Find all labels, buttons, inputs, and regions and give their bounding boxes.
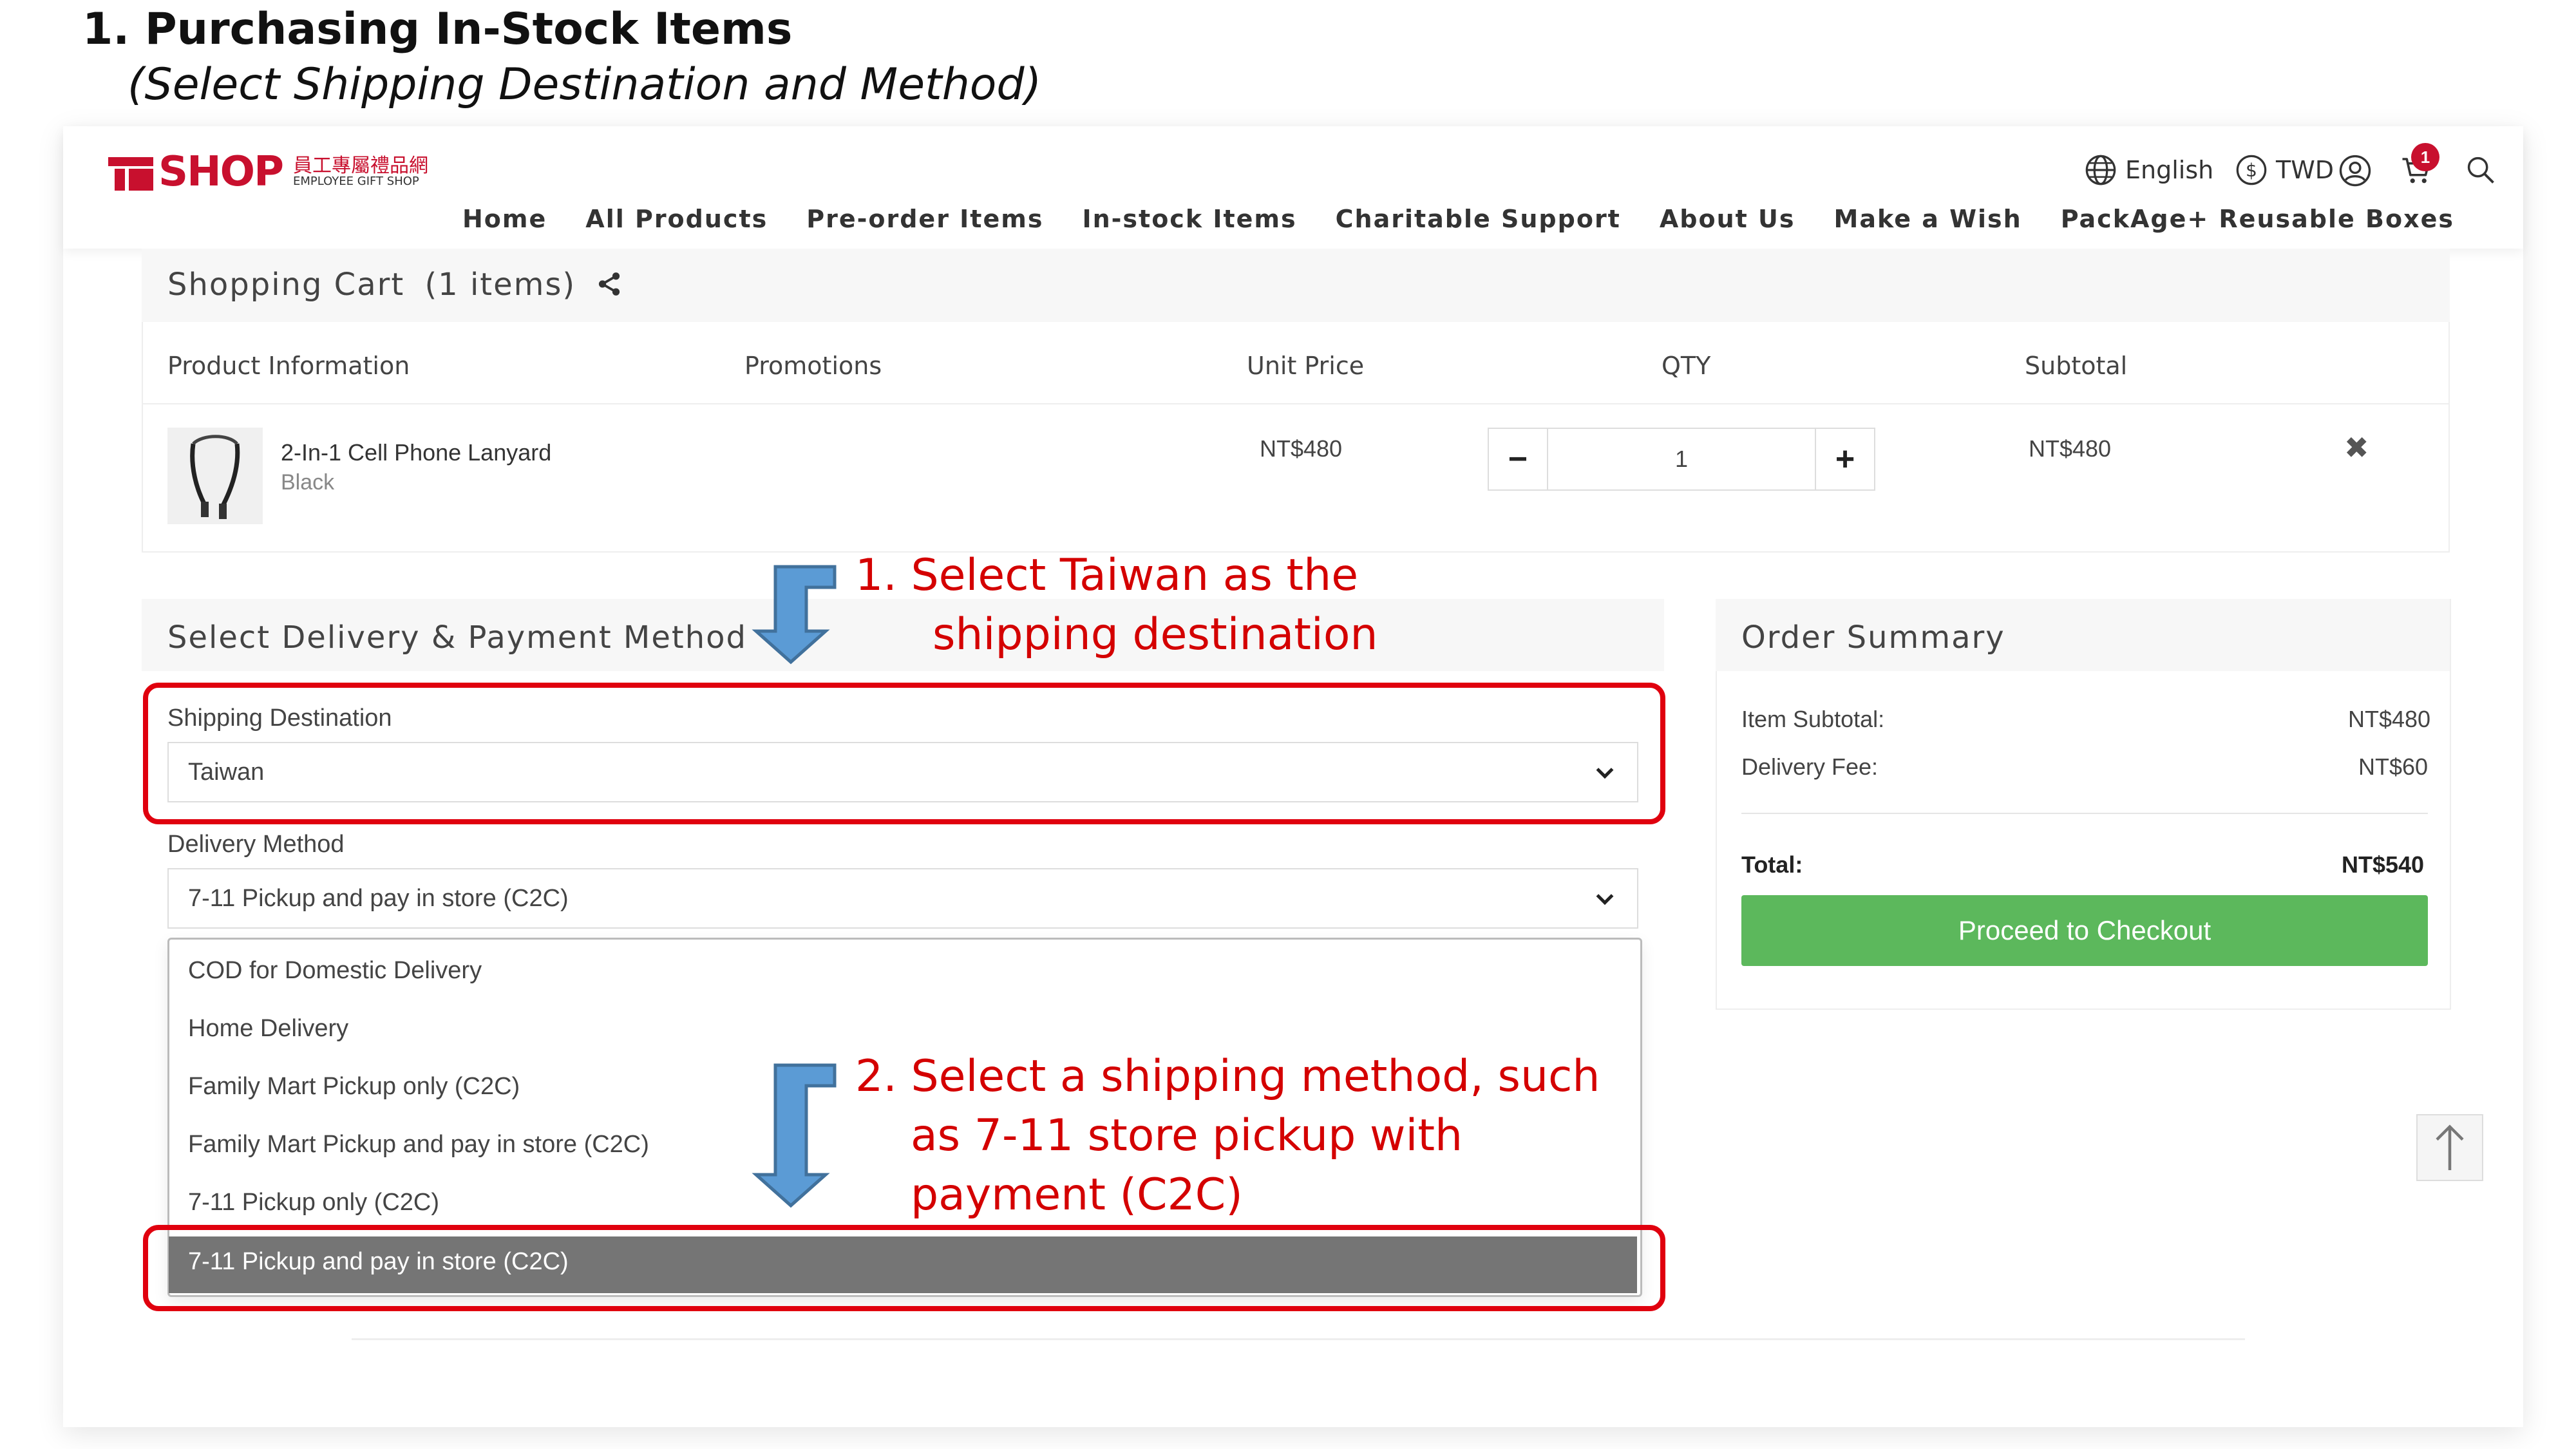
lanyard-image (190, 435, 240, 519)
nav-package-boxes[interactable]: PackAge+ Reusable Boxes (2061, 205, 2454, 233)
arrow-up-icon (2436, 1124, 2464, 1170)
delivery-method-value: 7-11 Pickup and pay in store (C2C) (188, 884, 569, 912)
nav-pre-order[interactable]: Pre-order Items (806, 205, 1043, 233)
svg-text:$: $ (2246, 160, 2257, 181)
highlight-shipping-destination (143, 683, 1665, 824)
nav-charitable[interactable]: Charitable Support (1336, 205, 1621, 233)
annotation-step1-line2: shipping destination (933, 609, 1378, 660)
quantity-stepper: − 1 + (1488, 428, 1875, 491)
footer-divider (352, 1338, 2245, 1340)
order-summary-title: Order Summary (1741, 620, 2005, 656)
col-subtotal: Subtotal (2025, 352, 2128, 380)
line-subtotal: NT$480 (2029, 435, 2112, 462)
unit-price: NT$480 (1260, 435, 1343, 462)
currency-label: TWD (2276, 156, 2334, 184)
cart-item-count: (1 items) (424, 267, 576, 303)
search-icon (2467, 156, 2494, 184)
site-logo[interactable]: SHOP 員工專屬禮品網 EMPLOYEE GIFT SHOP (108, 148, 428, 196)
total-label: Total: (1741, 851, 1803, 878)
delivery-option[interactable]: Family Mart Pickup only (C2C) (188, 1073, 520, 1101)
total-value: NT$540 (2342, 851, 2425, 878)
annotation-step2-line2: as 7-11 store pickup with (911, 1110, 1463, 1161)
logo-mark-icon (108, 152, 155, 192)
chevron-down-icon (1596, 894, 1614, 905)
account-button[interactable] (2338, 153, 2372, 188)
col-promotions: Promotions (744, 352, 882, 380)
arrow-annotation-2-icon (752, 1063, 837, 1208)
delivery-method-label: Delivery Method (167, 831, 345, 858)
delivery-option[interactable]: 7-11 Pickup only (C2C) (188, 1189, 439, 1217)
delivery-fee-label: Delivery Fee: (1741, 753, 1879, 780)
dollar-icon: $ (2236, 155, 2267, 185)
nav-about[interactable]: About Us (1660, 205, 1795, 233)
logo-subtext: 員工專屬禮品網 EMPLOYEE GIFT SHOP (293, 156, 428, 187)
cart-title-text: Shopping Cart (167, 267, 405, 303)
proceed-to-checkout-button[interactable]: Proceed to Checkout (1741, 895, 2428, 966)
item-subtotal-label: Item Subtotal: (1741, 706, 1885, 732)
divider (142, 403, 2450, 404)
delivery-option[interactable]: COD for Domestic Delivery (188, 957, 482, 985)
highlight-selected-method (143, 1225, 1665, 1311)
summary-divider (1741, 813, 2428, 814)
qty-input[interactable]: 1 (1547, 429, 1816, 489)
main-nav: Home All Products Pre-order Items In-sto… (443, 205, 2474, 233)
logo-chinese: 員工專屬禮品網 (292, 155, 428, 177)
user-icon (2339, 155, 2371, 187)
currency-selector[interactable]: $ TWD (2235, 153, 2334, 187)
slide-subtitle: (Select Shipping Destination and Method) (128, 59, 1042, 110)
arrow-annotation-1-icon (752, 565, 837, 665)
qty-decrease-button[interactable]: − (1489, 429, 1547, 489)
search-button[interactable] (2464, 153, 2497, 187)
remove-item-icon[interactable]: ✖ (2344, 430, 2369, 465)
back-to-top-button[interactable] (2416, 1114, 2483, 1181)
delivery-fee-value: NT$60 (2358, 753, 2429, 780)
product-variant: Black (281, 470, 335, 495)
delivery-method-select[interactable]: 7-11 Pickup and pay in store (C2C) (167, 868, 1638, 929)
qty-increase-button[interactable]: + (1816, 429, 1874, 489)
delivery-option[interactable]: Family Mart Pickup and pay in store (C2C… (188, 1131, 649, 1159)
language-selector[interactable]: English (2084, 153, 2213, 187)
slide-title: 1. Purchasing In-Stock Items (82, 4, 793, 55)
cart-count-badge: 1 (2411, 143, 2439, 171)
globe-icon (2085, 155, 2116, 185)
cart-title: Shopping Cart (1 items) (167, 267, 623, 303)
language-label: English (2125, 156, 2214, 184)
logo-english: EMPLOYEE GIFT SHOP (292, 175, 419, 188)
product-thumbnail[interactable] (167, 428, 263, 524)
nav-make-wish[interactable]: Make a Wish (1834, 205, 2022, 233)
share-icon[interactable] (596, 270, 623, 298)
col-unit-price: Unit Price (1247, 352, 1365, 380)
nav-in-stock[interactable]: In-stock Items (1082, 205, 1296, 233)
col-qty: QTY (1662, 352, 1711, 380)
delivery-title: Select Delivery & Payment Method (167, 620, 747, 656)
annotation-step2-line3: payment (C2C) (911, 1170, 1243, 1220)
annotation-step2-line1: 2. Select a shipping method, such (855, 1051, 1600, 1102)
annotation-step1-line1: 1. Select Taiwan as the (855, 550, 1359, 601)
nav-home[interactable]: Home (462, 205, 547, 233)
logo-text: SHOP (158, 148, 284, 196)
col-product: Product Information (167, 352, 410, 380)
product-name[interactable]: 2-In-1 Cell Phone Lanyard (281, 439, 551, 466)
nav-all-products[interactable]: All Products (585, 205, 768, 233)
delivery-option[interactable]: Home Delivery (188, 1015, 348, 1043)
item-subtotal-value: NT$480 (2348, 706, 2431, 732)
